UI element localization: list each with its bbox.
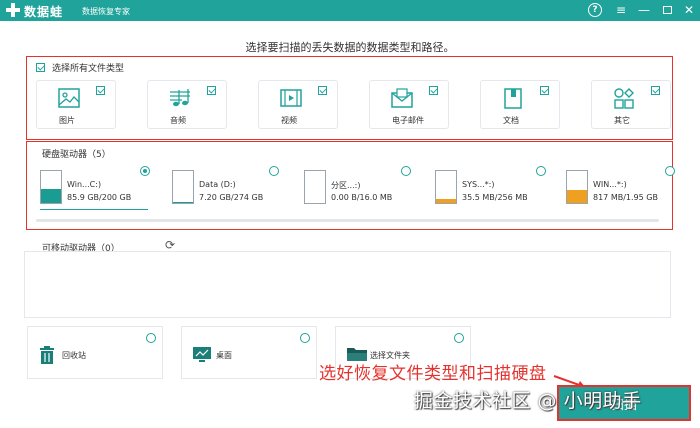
refresh-icon[interactable]: ⟳ bbox=[165, 238, 175, 252]
drive-icon bbox=[40, 170, 62, 204]
menu-button[interactable]: ≡ bbox=[613, 2, 629, 18]
help-button[interactable]: ? bbox=[588, 3, 602, 17]
drive-name: Data (D:) bbox=[199, 180, 236, 189]
drive-icon bbox=[566, 170, 588, 204]
file-type-audio[interactable]: 音频 bbox=[147, 80, 227, 129]
drive-size: 0.00 B/16.0 MB bbox=[331, 193, 393, 202]
app-subtitle: 数据恢复专家 bbox=[82, 7, 130, 16]
location-desktop[interactable]: 桌面 bbox=[181, 326, 317, 379]
app-logo-icon bbox=[6, 3, 20, 17]
drive-usage-fill bbox=[41, 189, 61, 203]
drive-name: 分区...:) bbox=[331, 181, 361, 190]
video-checkbox[interactable] bbox=[318, 86, 327, 95]
trash-icon bbox=[40, 346, 54, 364]
audio-icon bbox=[170, 89, 190, 107]
maximize-icon bbox=[662, 6, 672, 14]
drive-usage-fill bbox=[567, 189, 587, 203]
file-type-email[interactable]: 电子邮件 bbox=[369, 80, 449, 129]
drive-icon bbox=[435, 170, 457, 204]
maximize-button[interactable] bbox=[659, 2, 675, 18]
title-bar: 数据蛙 数据恢复专家 ? ≡ — ✕ bbox=[0, 0, 700, 21]
app-name: 数据蛙 bbox=[24, 5, 64, 19]
location-radio[interactable] bbox=[300, 333, 310, 343]
selected-underline bbox=[40, 209, 148, 210]
drive-radio[interactable] bbox=[536, 166, 546, 176]
file-type-label: 视频 bbox=[281, 116, 297, 125]
file-type-label: 音频 bbox=[170, 116, 186, 125]
drive-size: 817 MB/1.95 GB bbox=[593, 193, 658, 202]
drive-name: SYS...*:) bbox=[462, 180, 495, 189]
drive-item[interactable]: WIN...*:) 817 MB/1.95 GB bbox=[566, 166, 690, 210]
file-type-label: 文档 bbox=[503, 116, 519, 125]
file-type-video[interactable]: 视频 bbox=[258, 80, 338, 129]
select-all-label: 选择所有文件类型 bbox=[52, 64, 125, 74]
drive-name: WIN...*:) bbox=[593, 180, 627, 189]
minimize-button[interactable]: — bbox=[636, 2, 652, 18]
drive-size: 7.20 GB/274 GB bbox=[199, 193, 264, 202]
removable-drives-area bbox=[24, 251, 671, 318]
file-type-document[interactable]: 文档 bbox=[480, 80, 560, 129]
drive-item[interactable]: SYS...*:) 35.5 MB/256 MB bbox=[435, 166, 559, 210]
other-icon bbox=[614, 88, 634, 109]
email-icon bbox=[391, 88, 413, 108]
file-type-image[interactable]: 图片 bbox=[36, 80, 116, 129]
drive-item[interactable]: Data (D:) 7.20 GB/274 GB bbox=[172, 166, 296, 210]
drive-radio[interactable] bbox=[269, 166, 279, 176]
drive-radio[interactable] bbox=[140, 166, 150, 176]
drive-radio[interactable] bbox=[401, 166, 411, 176]
drive-item[interactable]: Win...C:) 85.9 GB/200 GB bbox=[40, 166, 164, 210]
location-radio[interactable] bbox=[146, 333, 156, 343]
location-recycle-bin[interactable]: 回收站 bbox=[27, 326, 163, 379]
drives-scrollbar[interactable] bbox=[36, 219, 659, 222]
desktop-icon bbox=[193, 347, 211, 362]
document-icon bbox=[504, 88, 522, 109]
drive-name: Win...C:) bbox=[67, 180, 102, 189]
file-type-label: 图片 bbox=[59, 116, 75, 125]
drive-usage-fill bbox=[173, 202, 193, 203]
close-button[interactable]: ✕ bbox=[681, 2, 697, 18]
drive-size: 35.5 MB/256 MB bbox=[462, 193, 528, 202]
select-all-check-icon bbox=[36, 63, 45, 72]
location-label: 回收站 bbox=[62, 351, 86, 360]
hard-drives-title: 硬盘驱动器（5） bbox=[42, 150, 111, 160]
drive-size: 85.9 GB/200 GB bbox=[67, 193, 132, 202]
video-icon bbox=[280, 89, 302, 107]
document-checkbox[interactable] bbox=[540, 86, 549, 95]
watermark-text: 掘金技术社区 @ 小明助手 bbox=[414, 390, 642, 412]
drive-item[interactable]: 分区...:) 0.00 B/16.0 MB bbox=[304, 166, 428, 210]
file-type-label: 其它 bbox=[614, 116, 630, 125]
audio-checkbox[interactable] bbox=[207, 86, 216, 95]
file-type-label: 电子邮件 bbox=[392, 116, 424, 125]
select-all-checkbox[interactable]: 选择所有文件类型 bbox=[36, 61, 124, 74]
image-icon bbox=[58, 88, 80, 108]
other-checkbox[interactable] bbox=[651, 86, 660, 95]
drive-icon bbox=[172, 170, 194, 204]
drive-icon bbox=[304, 170, 326, 204]
location-label: 桌面 bbox=[216, 351, 232, 360]
email-checkbox[interactable] bbox=[429, 86, 438, 95]
drive-radio[interactable] bbox=[665, 166, 675, 176]
instruction-text: 选择要扫描的丢失数据的数据类型和路径。 bbox=[245, 41, 455, 54]
annotation-text: 选好恢复文件类型和扫描硬盘 bbox=[319, 364, 547, 384]
image-checkbox[interactable] bbox=[96, 86, 105, 95]
drive-usage-fill bbox=[436, 198, 456, 203]
file-type-other[interactable]: 其它 bbox=[591, 80, 671, 129]
location-radio[interactable] bbox=[454, 333, 464, 343]
